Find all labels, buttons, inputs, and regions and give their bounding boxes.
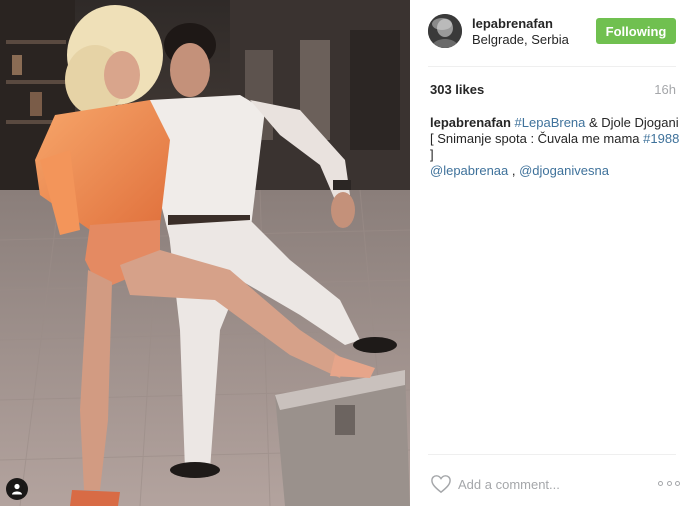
hashtag-link[interactable]: #1988 xyxy=(643,131,679,146)
person-icon xyxy=(12,483,22,495)
divider xyxy=(428,454,676,455)
more-dot-icon xyxy=(658,480,663,486)
avatar[interactable] xyxy=(428,14,462,48)
caption-username[interactable]: lepabrenafan xyxy=(430,115,511,130)
post-header: lepabrenafan Belgrade, Serbia Following xyxy=(410,0,688,64)
caption-text: ] xyxy=(430,147,434,162)
caption-text: , xyxy=(508,163,520,178)
mention-link[interactable]: @lepabrenaa xyxy=(430,163,508,178)
tagged-people-button[interactable] xyxy=(6,478,28,500)
avatar-image xyxy=(428,14,462,48)
location-link[interactable]: Belgrade, Serbia xyxy=(472,32,569,47)
hashtag-link[interactable]: #LepaBrena xyxy=(515,115,586,130)
more-options-button[interactable] xyxy=(658,478,680,488)
heart-icon[interactable] xyxy=(430,474,452,494)
more-dot-icon xyxy=(675,480,680,486)
username-link[interactable]: lepabrenafan xyxy=(472,16,553,31)
post-caption: lepabrenafan #LepaBrena & Djole Djogani … xyxy=(430,115,680,179)
likes-count[interactable]: 303 likes xyxy=(430,82,484,97)
post-time: 16h xyxy=(654,82,676,97)
divider xyxy=(428,66,676,67)
comment-bar xyxy=(428,470,680,498)
photo-illustration xyxy=(0,0,410,506)
comment-input[interactable] xyxy=(458,474,618,494)
mention-link[interactable]: @djoganivesna xyxy=(519,163,609,178)
post-photo[interactable] xyxy=(0,0,410,506)
more-dot-icon xyxy=(666,480,672,486)
following-button[interactable]: Following xyxy=(596,18,676,44)
post-details-panel: lepabrenafan Belgrade, Serbia Following … xyxy=(410,0,688,506)
